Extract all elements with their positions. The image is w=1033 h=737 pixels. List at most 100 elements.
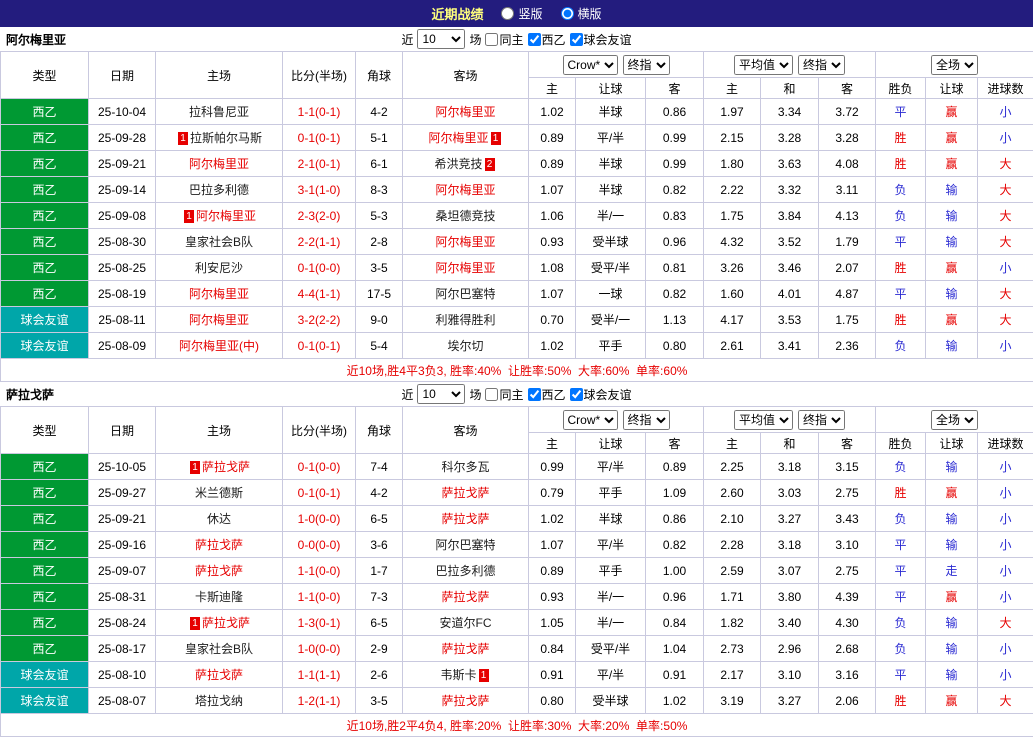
score-link[interactable]: 1-1(0-1) — [298, 105, 341, 119]
away-team-link[interactable]: 萨拉戈萨 — [441, 512, 489, 526]
layout-option-horizontal[interactable]: 横版 — [561, 5, 602, 22]
away-team-link[interactable]: 萨拉戈萨 — [441, 590, 489, 604]
away-team-link[interactable]: 安道尔FC — [440, 616, 492, 630]
away-team-link[interactable]: 利雅得胜利 — [435, 313, 495, 327]
away-team-link[interactable]: 希洪竞技 — [434, 157, 482, 171]
same-home-checkbox[interactable] — [485, 33, 498, 46]
score-link[interactable]: 0-1(0-1) — [298, 339, 341, 353]
home-team-link[interactable]: 萨拉戈萨 — [195, 564, 243, 578]
home-team-link[interactable]: 米兰德斯 — [195, 486, 243, 500]
filter-friendly[interactable]: 球会友谊 — [570, 31, 632, 48]
away-team-link[interactable]: 阿尔梅里亚 — [435, 105, 495, 119]
home-team-link[interactable]: 阿尔梅里亚 — [189, 157, 249, 171]
col-odds-handicap: 让球 — [576, 433, 646, 454]
avg-final-select[interactable]: 终指 — [798, 410, 845, 430]
away-team-link[interactable]: 桑坦德竞技 — [435, 209, 495, 223]
result-goals-cell: 大 — [978, 610, 1033, 636]
full-match-select[interactable]: 全场 — [931, 55, 978, 75]
friendly-checkbox[interactable] — [570, 33, 583, 46]
near-count-select[interactable]: 10 — [417, 384, 465, 404]
odds-final-select[interactable]: 终指 — [623, 410, 670, 430]
bookmaker-select[interactable]: Crow* — [563, 410, 618, 430]
filter-same-home[interactable]: 同主 — [485, 31, 523, 48]
score-link[interactable]: 0-1(0-0) — [298, 460, 341, 474]
near-count-select[interactable]: 10 — [417, 29, 465, 49]
filter-same-home[interactable]: 同主 — [485, 386, 523, 403]
league-checkbox[interactable] — [528, 33, 541, 46]
score-link[interactable]: 2-2(1-1) — [298, 235, 341, 249]
home-team-link[interactable]: 休达 — [207, 512, 231, 526]
home-team-link[interactable]: 阿尔梅里亚(中) — [179, 339, 259, 353]
away-team-link[interactable]: 阿尔巴塞特 — [435, 538, 495, 552]
home-team-link[interactable]: 拉斯帕尔马斯 — [190, 131, 262, 145]
away-team-link[interactable]: 阿尔梅里亚 — [435, 261, 495, 275]
score-link[interactable]: 1-1(0-0) — [298, 590, 341, 604]
away-team-link[interactable]: 巴拉多利德 — [435, 564, 495, 578]
score-link[interactable]: 0-1(0-0) — [298, 261, 341, 275]
filter-friendly[interactable]: 球会友谊 — [570, 386, 632, 403]
away-team-link[interactable]: 阿尔梅里亚 — [428, 131, 488, 145]
home-team-link[interactable]: 萨拉戈萨 — [195, 538, 243, 552]
home-team-link[interactable]: 皇家社会B队 — [185, 235, 253, 249]
away-team-link[interactable]: 科尔多瓦 — [441, 460, 489, 474]
home-team-link[interactable]: 巴拉多利德 — [189, 183, 249, 197]
match-row: 西乙25-08-241萨拉戈萨1-3(0-1)6-5安道尔FC1.05半/一0.… — [1, 610, 1033, 636]
home-team-link[interactable]: 阿尔梅里亚 — [196, 209, 256, 223]
home-team-cell: 巴拉多利德 — [156, 177, 283, 203]
vertical-radio[interactable] — [501, 7, 514, 20]
away-team-link[interactable]: 埃尔切 — [447, 339, 483, 353]
score-link[interactable]: 1-2(1-1) — [298, 694, 341, 708]
home-team-link[interactable]: 萨拉戈萨 — [195, 668, 243, 682]
score-link[interactable]: 4-4(1-1) — [298, 287, 341, 301]
away-team-link[interactable]: 萨拉戈萨 — [441, 486, 489, 500]
layout-option-vertical[interactable]: 竖版 — [501, 5, 542, 22]
away-team-link[interactable]: 阿尔梅里亚 — [435, 235, 495, 249]
away-team-link[interactable]: 萨拉戈萨 — [441, 642, 489, 656]
filter-league[interactable]: 西乙 — [528, 31, 566, 48]
home-team-cell: 利安尼沙 — [156, 255, 283, 281]
avg-odds-draw-cell: 3.27 — [761, 506, 819, 532]
score-link[interactable]: 0-1(0-1) — [298, 131, 341, 145]
same-home-checkbox[interactable] — [485, 388, 498, 401]
away-team-link[interactable]: 韦斯卡 — [440, 668, 476, 682]
score-link[interactable]: 1-1(1-1) — [298, 668, 341, 682]
score-link[interactable]: 1-0(0-0) — [298, 512, 341, 526]
filter-league[interactable]: 西乙 — [528, 386, 566, 403]
score-link[interactable]: 3-2(2-2) — [298, 313, 341, 327]
bookmaker-select[interactable]: Crow* — [563, 55, 618, 75]
score-link[interactable]: 1-3(0-1) — [298, 616, 341, 630]
league-checkbox[interactable] — [528, 388, 541, 401]
match-row: 西乙25-09-16萨拉戈萨0-0(0-0)3-6阿尔巴塞特1.07平/半0.8… — [1, 532, 1033, 558]
score-link[interactable]: 1-1(0-0) — [298, 564, 341, 578]
home-team-link[interactable]: 萨拉戈萨 — [202, 460, 250, 474]
score-link[interactable]: 2-1(0-1) — [298, 157, 341, 171]
home-team-link[interactable]: 拉科鲁尼亚 — [189, 105, 249, 119]
home-team-link[interactable]: 阿尔梅里亚 — [189, 313, 249, 327]
score-cell: 1-3(0-1) — [283, 610, 356, 636]
home-team-link[interactable]: 萨拉戈萨 — [202, 616, 250, 630]
horizontal-radio[interactable] — [561, 7, 574, 20]
home-team-link[interactable]: 皇家社会B队 — [185, 642, 253, 656]
avg-odds-away-cell: 2.68 — [819, 636, 876, 662]
league-type-badge: 西乙 — [1, 281, 89, 307]
average-select[interactable]: 平均值 — [734, 410, 793, 430]
home-team-link[interactable]: 利安尼沙 — [195, 261, 243, 275]
score-link[interactable]: 3-1(1-0) — [298, 183, 341, 197]
match-date-cell: 25-08-24 — [89, 610, 156, 636]
full-match-select[interactable]: 全场 — [931, 410, 978, 430]
score-link[interactable]: 0-0(0-0) — [298, 538, 341, 552]
friendly-checkbox[interactable] — [570, 388, 583, 401]
score-link[interactable]: 1-0(0-0) — [298, 642, 341, 656]
home-team-link[interactable]: 塔拉戈纳 — [195, 694, 243, 708]
home-team-link[interactable]: 阿尔梅里亚 — [189, 287, 249, 301]
match-date-cell: 25-09-07 — [89, 558, 156, 584]
odds-final-select[interactable]: 终指 — [623, 55, 670, 75]
home-team-link[interactable]: 卡斯迪隆 — [195, 590, 243, 604]
away-team-link[interactable]: 阿尔巴塞特 — [435, 287, 495, 301]
avg-final-select[interactable]: 终指 — [798, 55, 845, 75]
away-team-link[interactable]: 阿尔梅里亚 — [435, 183, 495, 197]
average-select[interactable]: 平均值 — [734, 55, 793, 75]
score-link[interactable]: 0-1(0-1) — [298, 486, 341, 500]
score-link[interactable]: 2-3(2-0) — [298, 209, 341, 223]
away-team-link[interactable]: 萨拉戈萨 — [441, 694, 489, 708]
